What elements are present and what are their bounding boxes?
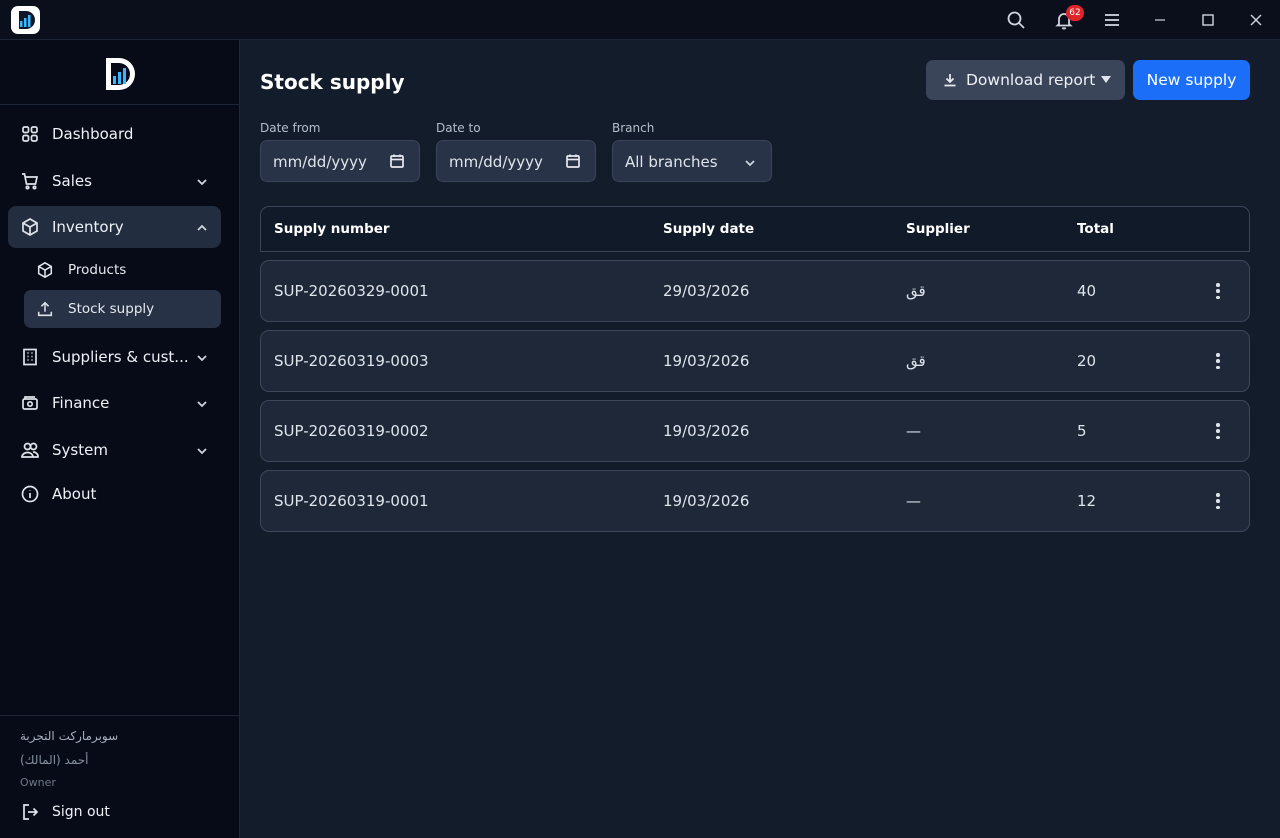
date-from-input[interactable]: mm/dd/yyyy — [260, 140, 420, 182]
date-to-label: Date to — [436, 121, 481, 135]
new-supply-button[interactable]: New supply — [1133, 60, 1250, 100]
sidebar-item-label: Suppliers & cust... — [52, 348, 189, 366]
total: 20 — [1077, 352, 1097, 370]
info-icon — [20, 484, 40, 504]
chevron-up-icon — [195, 220, 209, 234]
chevron-down-icon — [195, 174, 209, 188]
close-icon[interactable] — [1242, 6, 1270, 34]
store-name: سوبرماركت التجربة — [20, 729, 119, 743]
user-name: أحمد (المالك) — [20, 753, 89, 767]
supply-number: SUP-20260329-0001 — [274, 282, 429, 300]
sidebar-item-label: Inventory — [52, 218, 124, 236]
date-from-label: Date from — [260, 121, 321, 135]
app-logo-icon — [11, 6, 40, 34]
supply-number: SUP-20260319-0002 — [274, 422, 429, 440]
more-options-icon[interactable] — [1209, 421, 1227, 441]
sidebar-item-system[interactable]: System — [8, 429, 221, 471]
supply-date: 19/03/2026 — [663, 422, 750, 440]
sidebar-item-label: About — [52, 485, 97, 503]
sidebar: Dashboard Sales Inventory Products Stock… — [0, 40, 240, 838]
chevron-down-icon — [195, 443, 209, 457]
sidebar-item-dashboard[interactable]: Dashboard — [8, 113, 221, 155]
supply-number: SUP-20260319-0001 — [274, 492, 429, 510]
more-options-icon[interactable] — [1209, 491, 1227, 511]
upload-icon — [36, 300, 54, 318]
total: 40 — [1077, 282, 1097, 300]
grid-icon — [20, 124, 40, 144]
date-to-value: mm/dd/yyyy — [449, 153, 543, 171]
calendar-icon[interactable] — [389, 153, 405, 169]
money-icon — [20, 393, 40, 413]
sidebar-subitem-stock-supply[interactable]: Stock supply — [24, 290, 221, 328]
supply-date: 19/03/2026 — [663, 492, 750, 510]
download-icon — [942, 72, 958, 88]
sidebar-divider — [0, 104, 239, 105]
sidebar-item-label: Dashboard — [52, 125, 134, 143]
sidebar-item-label: System — [52, 441, 108, 459]
brand-logo-icon — [100, 54, 140, 94]
column-header-supply-number[interactable]: Supply number — [274, 221, 390, 237]
supplier: — — [906, 492, 921, 510]
table-header: Supply number Supply date Supplier Total — [260, 206, 1250, 252]
calendar-icon[interactable] — [565, 153, 581, 169]
minimize-icon[interactable] — [1146, 6, 1174, 34]
title-bar: 62 — [0, 0, 1280, 40]
table-row[interactable]: SUP-20260319-0003 19/03/2026 قق 20 — [260, 330, 1250, 392]
caret-down-icon — [1101, 76, 1111, 83]
building-icon — [20, 347, 40, 367]
table-row[interactable]: SUP-20260329-0001 29/03/2026 قق 40 — [260, 260, 1250, 322]
date-to-input[interactable]: mm/dd/yyyy — [436, 140, 596, 182]
total: 5 — [1077, 422, 1087, 440]
chevron-down-icon — [195, 396, 209, 410]
search-icon[interactable] — [1002, 6, 1030, 34]
sign-out-icon — [20, 802, 40, 822]
sidebar-item-about[interactable]: About — [8, 473, 221, 515]
download-report-label: Download report — [966, 71, 1096, 89]
branch-value: All branches — [625, 153, 718, 171]
cart-icon — [20, 171, 40, 191]
date-from-value: mm/dd/yyyy — [273, 153, 367, 171]
column-header-total[interactable]: Total — [1077, 221, 1114, 237]
total: 12 — [1077, 492, 1097, 510]
branch-label: Branch — [612, 121, 655, 135]
download-report-button[interactable]: Download report — [926, 60, 1125, 100]
chevron-down-icon — [743, 155, 757, 169]
supplier: — — [906, 422, 921, 440]
sidebar-item-suppliers[interactable]: Suppliers & cust... — [8, 336, 221, 378]
table-row[interactable]: SUP-20260319-0001 19/03/2026 — 12 — [260, 470, 1250, 532]
column-header-supplier[interactable]: Supplier — [906, 221, 970, 237]
supply-number: SUP-20260319-0003 — [274, 352, 429, 370]
column-header-supply-date[interactable]: Supply date — [663, 221, 754, 237]
sidebar-subitem-label: Stock supply — [68, 301, 155, 317]
menu-icon[interactable] — [1098, 6, 1126, 34]
notification-badge: 62 — [1066, 5, 1084, 21]
branch-select[interactable]: All branches — [612, 140, 772, 182]
supply-date: 19/03/2026 — [663, 352, 750, 370]
user-role: Owner — [20, 776, 56, 789]
sidebar-item-finance[interactable]: Finance — [8, 382, 221, 424]
sign-out-button[interactable]: Sign out — [8, 792, 221, 832]
more-options-icon[interactable] — [1209, 351, 1227, 371]
sidebar-subitem-products[interactable]: Products — [24, 251, 221, 289]
table-row[interactable]: SUP-20260319-0002 19/03/2026 — 5 — [260, 400, 1250, 462]
sidebar-item-inventory[interactable]: Inventory — [8, 206, 221, 248]
sidebar-item-sales[interactable]: Sales — [8, 160, 221, 202]
supply-date: 29/03/2026 — [663, 282, 750, 300]
supplier: قق — [906, 282, 926, 300]
sidebar-item-label: Finance — [52, 394, 110, 412]
box-icon — [20, 217, 40, 237]
page-title: Stock supply — [260, 70, 405, 94]
chevron-down-icon — [195, 350, 209, 364]
sidebar-subitem-label: Products — [68, 262, 127, 278]
more-options-icon[interactable] — [1209, 281, 1227, 301]
users-icon — [20, 440, 40, 460]
box-icon — [36, 261, 54, 279]
sign-out-label: Sign out — [52, 804, 110, 820]
maximize-icon[interactable] — [1194, 6, 1222, 34]
sidebar-item-label: Sales — [52, 172, 92, 190]
supplier: قق — [906, 352, 926, 370]
sidebar-footer-divider — [0, 715, 239, 716]
